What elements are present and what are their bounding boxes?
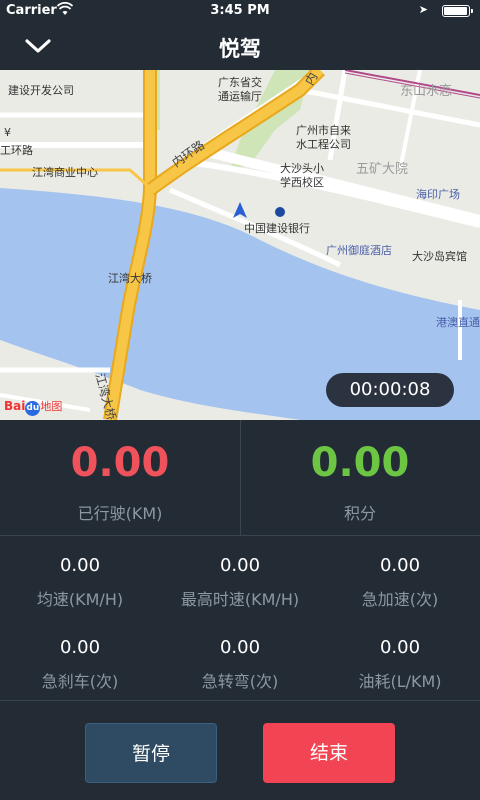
stat-label: 油耗(L/KM) xyxy=(358,672,442,691)
poi-label: 江湾商业中心 xyxy=(32,166,98,179)
map-canvas xyxy=(0,70,480,420)
poi-label: 海印广场 xyxy=(416,188,460,201)
atm-icon: ¥ xyxy=(4,126,11,139)
poi-label: 建设开发公司 xyxy=(8,84,74,97)
distance-value: 0.00 xyxy=(70,440,170,486)
poi-label: 港澳直通 xyxy=(436,316,480,329)
distance-label: 已行驶(KM) xyxy=(77,504,163,523)
sharp-turn-stat: 0.00 急转弯(次) xyxy=(160,619,320,701)
poi-label: 水工程公司 xyxy=(296,138,351,151)
stat-label: 急刹车(次) xyxy=(41,672,119,691)
current-location-marker xyxy=(233,202,247,218)
battery-icon xyxy=(442,5,473,17)
pause-button[interactable]: 暂停 xyxy=(85,723,217,783)
poi-label: 学西校区 xyxy=(280,176,324,189)
bridge-label: 江湾大桥 xyxy=(108,272,152,285)
logo-du: du xyxy=(25,401,41,416)
stat-value: 0.00 xyxy=(219,555,261,576)
battery-fill xyxy=(444,7,467,15)
logo-map-word: 地图 xyxy=(40,400,63,413)
stat-label: 急加速(次) xyxy=(361,590,439,609)
stat-value: 0.00 xyxy=(219,637,261,658)
driving-stats-grid: 0.00 均速(KM/H) 0.00 最高时速(KM/H) 0.00 急加速(次… xyxy=(0,537,480,701)
stat-label: 均速(KM/H) xyxy=(36,590,124,609)
baidu-logo: Baidu地图 xyxy=(4,398,62,416)
map-view[interactable]: 建设开发公司 广东省交 通运输厅 东山水恋 广州市自来 水工程公司 内环路 内 … xyxy=(0,70,480,420)
hard-brake-stat: 0.00 急刹车(次) xyxy=(0,619,160,701)
poi-label: 通运输厅 xyxy=(218,90,262,103)
trip-timer: 00:00:08 xyxy=(326,373,454,407)
points-value: 0.00 xyxy=(310,440,410,486)
stat-value: 0.00 xyxy=(379,555,421,576)
status-bar: Carrier 3:45 PM ➤ xyxy=(0,0,480,22)
stat-value: 0.00 xyxy=(59,555,101,576)
logo-text: Bai xyxy=(4,399,26,413)
hard-accel-stat: 0.00 急加速(次) xyxy=(320,537,480,619)
status-time: 3:45 PM xyxy=(210,3,270,18)
page-title: 悦驾 xyxy=(219,37,261,61)
poi-label: 东山水恋 xyxy=(400,84,453,99)
stat-label: 急转弯(次) xyxy=(201,672,279,691)
stat-value: 0.00 xyxy=(59,637,101,658)
end-button[interactable]: 结束 xyxy=(263,723,395,783)
summary-stats: 0.00 已行驶(KM) 0.00 积分 xyxy=(0,420,480,536)
poi-label: 中国建设银行 xyxy=(244,222,310,235)
poi-label: 五矿大院 xyxy=(356,162,409,177)
poi-label: 广州御庭酒店 xyxy=(326,244,392,257)
points-label: 积分 xyxy=(343,504,376,523)
poi-label: 大沙岛宾馆 xyxy=(412,250,467,263)
max-speed-stat: 0.00 最高时速(KM/H) xyxy=(160,537,320,619)
fuel-stat: 0.00 油耗(L/KM) xyxy=(320,619,480,701)
distance-stat: 0.00 已行驶(KM) xyxy=(0,420,240,536)
avg-speed-stat: 0.00 均速(KM/H) xyxy=(0,537,160,619)
road-label: 工环路 xyxy=(0,144,33,157)
stat-label: 最高时速(KM/H) xyxy=(180,590,300,609)
nav-bar: 悦驾 xyxy=(0,22,480,70)
stat-value: 0.00 xyxy=(379,637,421,658)
location-arrow-icon: ➤ xyxy=(418,3,428,16)
points-stat: 0.00 积分 xyxy=(240,420,480,536)
